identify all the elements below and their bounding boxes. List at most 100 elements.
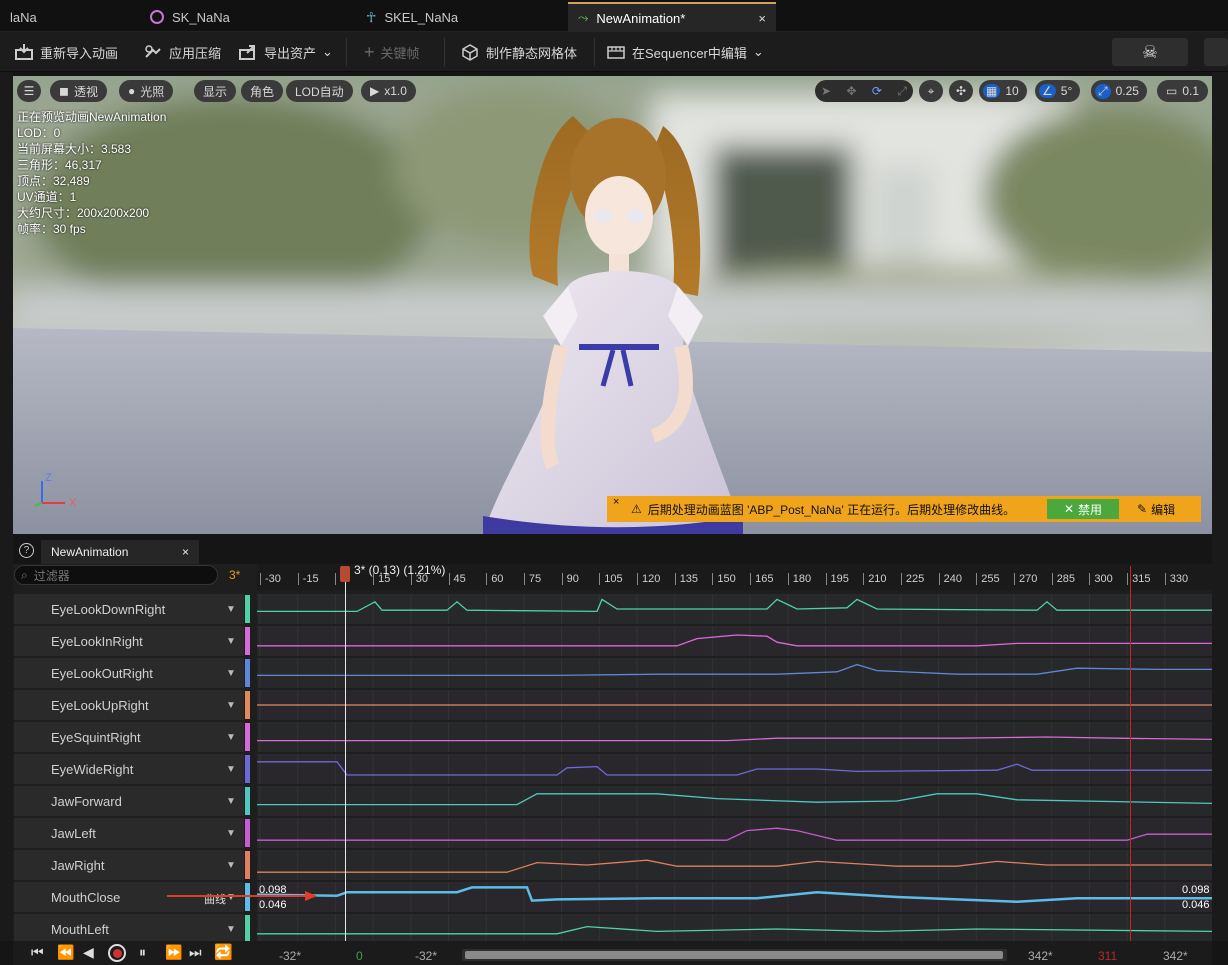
track-row[interactable]: JawRight [14, 850, 244, 880]
record-icon[interactable] [108, 944, 126, 962]
end-frame-red-value[interactable]: 311 [1098, 949, 1117, 963]
track-row[interactable]: EyeLookDownRight [14, 594, 244, 624]
skip-to-start-icon[interactable]: ⏮ [31, 944, 44, 961]
plus-icon: + [364, 41, 375, 62]
curve-graph[interactable] [257, 592, 1212, 941]
track-row[interactable]: EyeSquintRight [14, 722, 244, 752]
start-frame-value[interactable]: -32* [279, 949, 301, 963]
tab-sk-nana[interactable]: SK_NaNa [140, 2, 350, 32]
current-frame-value[interactable]: 0 [356, 949, 363, 963]
track-row[interactable]: EyeLookInRight [14, 626, 244, 656]
view-start-value[interactable]: -32* [415, 949, 437, 963]
edit-in-sequencer-button[interactable]: 在Sequencer中编辑 ⌄ [606, 38, 764, 66]
chevron-down-icon[interactable]: ▼ [226, 786, 238, 816]
edit-label: 编辑 [1151, 502, 1176, 517]
transform-tools-group: ➤ ✥ ⟳ ⤢ [815, 80, 913, 102]
lit-button[interactable]: ● 光照 [119, 80, 174, 102]
skeleton-mode-button[interactable]: ☠ [1112, 38, 1188, 66]
move-icon[interactable]: ✥ [846, 84, 856, 98]
perspective-button[interactable]: ◼ 透视 [50, 80, 107, 102]
sequencer-icon [607, 46, 625, 59]
filter-input[interactable]: ⌕ 过滤器 [14, 565, 218, 585]
post-process-notice: × ⚠ 后期处理动画蓝图 'ABP_Post_NaNa' 正在运行。后期处理修改… [607, 496, 1201, 522]
reimport-animation-button[interactable]: 重新导入动画 [14, 38, 118, 66]
playback-speed-button[interactable]: ▶ x1.0 [361, 80, 416, 102]
play-reverse-icon[interactable]: ◀ [83, 944, 94, 961]
local-space-button[interactable]: ⌖ [919, 80, 943, 102]
chevron-down-icon[interactable]: ▼ [226, 754, 238, 784]
chevron-down-icon[interactable]: ▼ [226, 818, 238, 848]
tab-nana[interactable]: laNa [0, 2, 130, 32]
ruler-tick-label: -15 [302, 573, 319, 585]
step-back-icon[interactable]: ⏪ [57, 944, 74, 961]
chevron-down-icon[interactable]: ▼ [226, 658, 238, 688]
ruler-tick-mark [448, 573, 450, 585]
preview-viewport[interactable]: Z X ☰ ◼ 透视 ● 光照 显示 角色 LOD自动 ▶ x1.0 ➤ ✥ ⟳ ⤢ ⌖ ✣… [13, 76, 1212, 534]
ruler-tick-mark [863, 573, 865, 585]
export-label: 导出资产 [264, 45, 317, 61]
rotate-icon[interactable]: ⟳ [872, 84, 882, 98]
mesh-mode-button[interactable] [1204, 38, 1228, 66]
ruler-tick-label: 270 [1019, 573, 1038, 585]
help-icon[interactable]: ? [19, 543, 34, 558]
playhead-handle[interactable] [340, 566, 350, 582]
skip-to-end-icon[interactable]: ⏭ [189, 944, 202, 961]
rotation-snap-button[interactable]: ∠ 5° [1035, 80, 1081, 102]
track-row[interactable]: EyeWideRight [14, 754, 244, 784]
scale-snap-button[interactable]: ⤢ 0.25 [1091, 80, 1147, 102]
pause-icon[interactable]: ⏸ [139, 944, 146, 961]
view-end-value[interactable]: 342* [1028, 949, 1053, 963]
step-forward-icon[interactable]: ⏩ [165, 944, 182, 961]
track-name: MouthLeft [51, 921, 109, 937]
edit-button[interactable]: ✎ 编辑 [1137, 499, 1197, 519]
character-button[interactable]: 角色 [241, 80, 284, 102]
ruler-tick-label: 120 [642, 573, 661, 585]
make-static-mesh-button[interactable]: 制作静态网格体 [460, 38, 577, 66]
chevron-down-icon[interactable]: ▼ [226, 690, 238, 720]
grid-snap-button[interactable]: ▦ 10 [979, 80, 1027, 102]
export-icon [239, 45, 255, 60]
chevron-down-icon[interactable]: ▼ [226, 722, 238, 752]
track-row[interactable]: JawLeft [14, 818, 244, 848]
curve-row-background [257, 626, 1212, 656]
ruler-tick-label: 135 [679, 573, 699, 585]
disable-button[interactable]: ✕ 禁用 [1047, 499, 1119, 519]
keyframe-button[interactable]: + 关键帧 [364, 38, 420, 66]
viewport-menu-button[interactable]: ☰ [17, 80, 41, 102]
tab-new-animation[interactable]: ⤳ NewAnimation* × [568, 2, 776, 32]
tab-skel-nana[interactable]: ☥ SKEL_NaNa [356, 2, 566, 32]
close-tab-icon[interactable]: × [182, 545, 189, 559]
notice-close-icon[interactable]: × [613, 496, 619, 508]
axis-x-label: X [69, 497, 77, 509]
ruler-tick-mark [637, 573, 638, 585]
show-button[interactable]: 显示 [194, 80, 237, 102]
track-row[interactable]: EyeLookUpRight [14, 690, 244, 720]
lod-button[interactable]: LOD自动 [286, 80, 353, 102]
chevron-down-icon[interactable]: ▼ [226, 850, 238, 880]
scrollbar-thumb[interactable] [465, 951, 1003, 959]
apply-compression-button[interactable]: 应用压缩 [143, 38, 221, 66]
chevron-down-icon: ⌄ [322, 44, 333, 59]
ruler-tick-mark [787, 573, 789, 585]
track-name: EyeSquintRight [51, 729, 141, 745]
timeline-scrollbar[interactable] [462, 949, 1007, 961]
close-tab-icon[interactable]: × [758, 11, 766, 26]
tab-new-animation-editor[interactable]: NewAnimation × [41, 540, 199, 564]
grid-size-value: 10 [1005, 84, 1019, 98]
surface-snap-button[interactable]: ✣ [949, 80, 973, 102]
chevron-down-icon[interactable]: ▼ [226, 626, 238, 656]
track-row[interactable]: MouthLeft [14, 914, 244, 941]
track-name: JawRight [51, 857, 105, 873]
export-asset-button[interactable]: 导出资产 ⌄ [238, 38, 333, 66]
skeleton-icon: ☠ [1141, 41, 1159, 62]
end-frame-value[interactable]: 342* [1163, 949, 1188, 963]
track-row[interactable]: EyeLookOutRight [14, 658, 244, 688]
chevron-down-icon[interactable]: ▼ [226, 914, 238, 941]
ruler-tick-mark [976, 573, 978, 585]
camera-speed-button[interactable]: ▭ 0.1 [1157, 80, 1209, 102]
track-row[interactable]: JawForward [14, 786, 244, 816]
loop-icon[interactable]: 🔁 [214, 943, 233, 961]
scale-icon[interactable]: ⤢ [897, 84, 907, 99]
chevron-down-icon[interactable]: ▼ [226, 594, 238, 624]
select-icon[interactable]: ➤ [821, 84, 831, 98]
